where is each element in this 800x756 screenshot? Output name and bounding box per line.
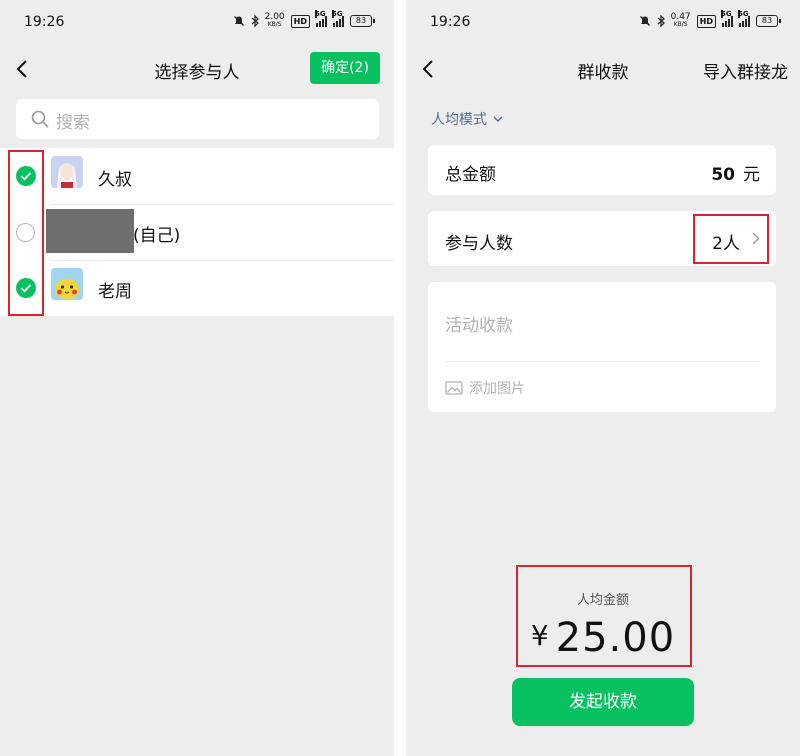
hd-badge: HD xyxy=(696,14,716,28)
avatar xyxy=(51,268,83,300)
redacted-avatar-block xyxy=(46,209,134,253)
add-image-label: 添加图片 xyxy=(469,381,525,397)
contact-row[interactable]: 老周 xyxy=(0,260,394,316)
signal-label: 5G xyxy=(721,10,732,18)
search-icon xyxy=(31,110,49,128)
signal-icon-2: 5G xyxy=(738,10,750,27)
per-person-amount: ¥25.00 xyxy=(406,615,800,661)
divider xyxy=(445,361,760,362)
signal-icon-2: 5G xyxy=(332,10,344,27)
contact-name: 久叔 xyxy=(98,170,132,190)
contact-row[interactable]: (自己) xyxy=(0,204,394,260)
total-amount-unit: 元 xyxy=(743,165,760,185)
total-amount-label: 总金额 xyxy=(445,165,496,185)
per-person-label: 人均金额 xyxy=(576,593,629,608)
add-image-button[interactable]: 添加图片 xyxy=(445,378,525,398)
image-icon xyxy=(445,381,463,395)
chevron-right-icon xyxy=(752,232,760,245)
select-participants-screen: 19:26 2.00 KB/S HD 5G 5G 83 选择参与人 确定(2) … xyxy=(0,0,394,756)
battery-icon: 83 xyxy=(350,15,375,27)
search-input[interactable]: 搜索 xyxy=(16,99,379,139)
signal-label-2: 5G xyxy=(738,10,749,18)
status-bar: 19:26 0.47 KB/S HD 5G 5G 83 xyxy=(406,0,800,44)
mute-bell-icon xyxy=(639,16,650,26)
status-icons: 2.00 KB/S HD 5G 5G 83 xyxy=(233,10,375,29)
status-time: 19:26 xyxy=(430,14,471,30)
participants-card[interactable]: 参与人数 2人 xyxy=(428,211,776,266)
nav-bar: 群收款 导入群接龙 xyxy=(406,46,800,92)
bluetooth-icon xyxy=(251,15,259,27)
start-collection-button[interactable]: 发起收款 xyxy=(512,678,694,726)
search-placeholder: 搜索 xyxy=(56,113,90,133)
import-solitaire-link[interactable]: 导入群接龙 xyxy=(703,58,788,83)
note-card: 活动收款 添加图片 xyxy=(428,282,776,412)
contact-row[interactable]: 久叔 xyxy=(0,148,394,204)
avatar xyxy=(51,156,83,188)
status-icons: 0.47 KB/S HD 5G 5G 83 xyxy=(639,10,781,29)
status-bar: 19:26 2.00 KB/S HD 5G 5G 83 xyxy=(0,0,394,44)
unchecked-circle-icon[interactable] xyxy=(16,223,35,242)
group-collection-screen: 19:26 0.47 KB/S HD 5G 5G 83 群收款 导入群接龙 人均… xyxy=(406,0,800,756)
mode-selector[interactable]: 人均模式 xyxy=(431,109,503,129)
mute-bell-icon xyxy=(233,16,244,26)
contact-name: 老周 xyxy=(98,282,132,302)
bluetooth-icon xyxy=(657,15,665,27)
chevron-down-icon xyxy=(493,116,503,122)
network-speed-value: 0.47 xyxy=(670,12,691,22)
contact-name: (自己) xyxy=(133,226,181,246)
network-speed-unit: KB/S xyxy=(673,21,688,28)
mode-label: 人均模式 xyxy=(431,112,487,128)
contact-list: 久叔 (自己) 老周 xyxy=(0,148,394,316)
hd-badge: HD xyxy=(290,14,310,28)
battery-icon: 83 xyxy=(756,15,781,27)
total-amount-field[interactable]: 50 元 xyxy=(711,160,760,185)
participants-label: 参与人数 xyxy=(445,234,513,254)
per-person-value: 25.00 xyxy=(555,615,676,661)
signal-label-2: 5G xyxy=(332,10,343,18)
signal-icon: 5G xyxy=(721,10,733,27)
network-speed: 0.47 KB/S xyxy=(671,13,691,29)
nav-bar: 选择参与人 确定(2) xyxy=(0,46,394,92)
checked-icon[interactable] xyxy=(16,278,36,298)
checked-icon[interactable] xyxy=(16,166,36,186)
total-amount-card[interactable]: 总金额 50 元 xyxy=(428,145,776,195)
network-speed-value: 2.00 xyxy=(264,12,285,22)
total-amount-value: 50 xyxy=(711,165,735,185)
signal-icon: 5G xyxy=(315,10,327,27)
status-time: 19:26 xyxy=(24,14,65,30)
signal-label: 5G xyxy=(315,10,326,18)
currency-symbol: ¥ xyxy=(530,619,550,652)
network-speed-unit: KB/S xyxy=(267,21,282,28)
note-input[interactable]: 活动收款 xyxy=(445,311,513,336)
participants-count: 2人 xyxy=(712,234,740,254)
network-speed: 2.00 KB/S xyxy=(265,13,285,29)
confirm-button[interactable]: 确定(2) xyxy=(310,52,380,84)
